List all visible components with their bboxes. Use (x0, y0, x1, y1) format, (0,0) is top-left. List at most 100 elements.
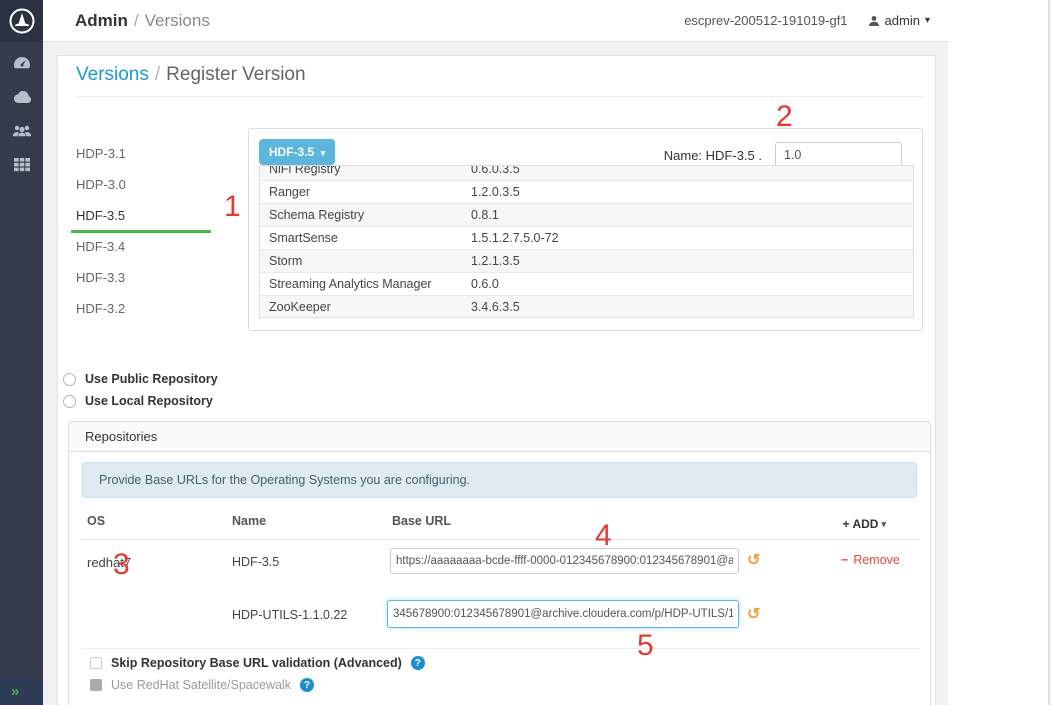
remove-button-label: Remove (853, 553, 900, 567)
service-name: Ranger (260, 181, 471, 203)
service-version: 1.5.1.2.7.5.0-72 (471, 227, 913, 249)
checkbox-skip-validation[interactable]: Skip Repository Base URL validation (Adv… (90, 656, 425, 670)
repositories-panel: Repositories Provide Base URLs for the O… (68, 421, 931, 705)
content-area: Versions / Register Version HDP-3.1 HDP-3.… (43, 42, 948, 705)
base-url-input-hdf[interactable] (390, 548, 739, 574)
checkbox-label: Skip Repository Base URL validation (Adv… (111, 656, 402, 670)
version-item-hdf-3-2[interactable]: HDF-3.2 (76, 293, 216, 324)
column-header-base-url: Base URL (392, 514, 451, 528)
radio-icon[interactable] (63, 373, 76, 386)
column-header-name: Name (232, 514, 266, 528)
register-version-card: Versions / Register Version HDP-3.1 HDP-3.… (57, 55, 936, 705)
undo-icon[interactable]: ↺ (747, 553, 760, 569)
service-row: ZooKeeper3.4.6.3.5 (260, 296, 913, 318)
service-name: Schema Registry (260, 204, 471, 226)
service-version: 0.8.1 (471, 204, 913, 226)
annotation-2: 2 (776, 102, 793, 132)
repositories-panel-title: Repositories (69, 422, 930, 452)
sidebar: » (0, 0, 43, 705)
info-alert: Provide Base URLs for the Operating Syst… (82, 462, 917, 498)
version-definition-box: HDF-3.5 ▾ Name: HDF-3.5 . NiFi Registry0… (248, 128, 923, 331)
remove-button[interactable]: − Remove (841, 553, 900, 567)
column-header-os: OS (87, 514, 105, 528)
header-divider (82, 539, 919, 540)
screen: » Admin / Versions escprev-200512-191019-g… (0, 0, 1051, 705)
app-window: Admin / Versions escprev-200512-191019-gf1… (43, 0, 948, 705)
user-icon (868, 15, 880, 27)
add-button[interactable]: + ADD ▾ (842, 517, 886, 531)
cloud-icon[interactable] (11, 86, 33, 108)
sidebar-footer: » (0, 677, 43, 705)
annotation-1: 1 (224, 192, 241, 222)
version-item-hdf-3-4[interactable]: HDF-3.4 (76, 231, 216, 262)
versions-link[interactable]: Versions (76, 64, 149, 85)
service-name: Streaming Analytics Manager (260, 273, 471, 295)
sidebar-expand-icon[interactable]: » (11, 683, 18, 700)
minus-icon: − (841, 553, 848, 567)
breadcrumb-page: Versions (145, 11, 210, 30)
chevron-down-icon: ▾ (925, 15, 930, 26)
radio-label: Use Local Repository (85, 394, 213, 408)
top-bar: Admin / Versions escprev-200512-191019-gf1… (43, 0, 948, 42)
service-version: 1.2.0.3.5 (471, 181, 913, 203)
title-divider (76, 96, 923, 97)
ambari-logo-icon (8, 7, 36, 35)
help-icon[interactable]: ? (300, 678, 314, 692)
version-dropdown-label: HDF-3.5 (269, 145, 314, 159)
service-version: 1.2.1.3.5 (471, 250, 913, 272)
radio-icon[interactable] (63, 395, 76, 408)
checkbox-icon[interactable] (90, 657, 102, 669)
annotation-5: 5 (637, 631, 654, 661)
checkbox-label: Use RedHat Satellite/Spacewalk (111, 678, 291, 692)
repository-choice: Use Public Repository Use Local Reposito… (63, 368, 218, 412)
chevron-down-icon: ▾ (881, 519, 886, 530)
version-item-hdp-3-1[interactable]: HDP-3.1 (76, 138, 216, 169)
version-dropdown-button[interactable]: HDF-3.5 ▾ (259, 139, 335, 165)
ambari-logo[interactable] (0, 0, 43, 42)
service-name: Storm (260, 250, 471, 272)
repo-name-hdf: HDF-3.5 (232, 555, 279, 569)
version-name-label: Name: HDF-3.5 . (664, 148, 762, 163)
help-icon[interactable]: ? (411, 656, 425, 670)
cluster-name: escprev-200512-191019-gf1 (684, 13, 847, 28)
add-button-label: ADD (852, 517, 878, 531)
radio-use-public-repository[interactable]: Use Public Repository (63, 368, 218, 390)
breadcrumb-separator: / (134, 11, 139, 30)
checkbox-icon[interactable] (90, 679, 102, 691)
undo-icon[interactable]: ↺ (747, 607, 760, 623)
service-row: Storm1.2.1.3.5 (260, 250, 913, 273)
service-row: Schema Registry0.8.1 (260, 204, 913, 227)
service-row: Streaming Analytics Manager0.6.0 (260, 273, 913, 296)
version-item-hdf-3-3[interactable]: HDF-3.3 (76, 262, 216, 293)
version-item-hdf-3-5-selected[interactable]: HDF-3.5 (76, 200, 216, 231)
page-title: Versions / Register Version (76, 64, 306, 86)
annotation-4: 4 (595, 521, 612, 551)
service-row: Ranger1.2.0.3.5 (260, 181, 913, 204)
checkbox-use-redhat-satellite[interactable]: Use RedHat Satellite/Spacewalk ? (90, 678, 314, 692)
users-icon[interactable] (11, 120, 33, 142)
service-version: 0.6.0.3.5 (471, 165, 913, 180)
version-list: HDP-3.1 HDP-3.0 HDF-3.5 HDF-3.4 HDF-3.3 … (76, 138, 216, 324)
services-table: NiFi Registry0.6.0.3.5 Ranger1.2.0.3.5 S… (259, 165, 914, 318)
grid-icon[interactable] (11, 154, 33, 176)
radio-use-local-repository[interactable]: Use Local Repository (63, 390, 218, 412)
title-current: Register Version (166, 64, 305, 85)
user-menu[interactable]: admin ▾ (868, 13, 930, 28)
plus-icon: + (842, 517, 849, 531)
version-item-hdp-3-0[interactable]: HDP-3.0 (76, 169, 216, 200)
service-name: SmartSense (260, 227, 471, 249)
base-url-input-hdp-utils[interactable] (387, 600, 739, 628)
annotation-3: 3 (113, 550, 130, 580)
title-separator: / (155, 64, 160, 85)
service-row: SmartSense1.5.1.2.7.5.0-72 (260, 227, 913, 250)
chevron-down-icon: ▾ (321, 148, 326, 158)
service-name: NiFi Registry (260, 165, 471, 180)
service-row: NiFi Registry0.6.0.3.5 (260, 165, 913, 181)
row-divider (82, 648, 919, 649)
dashboard-gauge-icon[interactable] (11, 52, 33, 74)
service-version: 3.4.6.3.5 (471, 296, 913, 318)
repo-name-hdp-utils: HDP-UTILS-1.1.0.22 (232, 608, 347, 622)
radio-label: Use Public Repository (85, 372, 218, 386)
breadcrumb-admin-link[interactable]: Admin (75, 11, 128, 30)
service-version: 0.6.0 (471, 273, 913, 295)
